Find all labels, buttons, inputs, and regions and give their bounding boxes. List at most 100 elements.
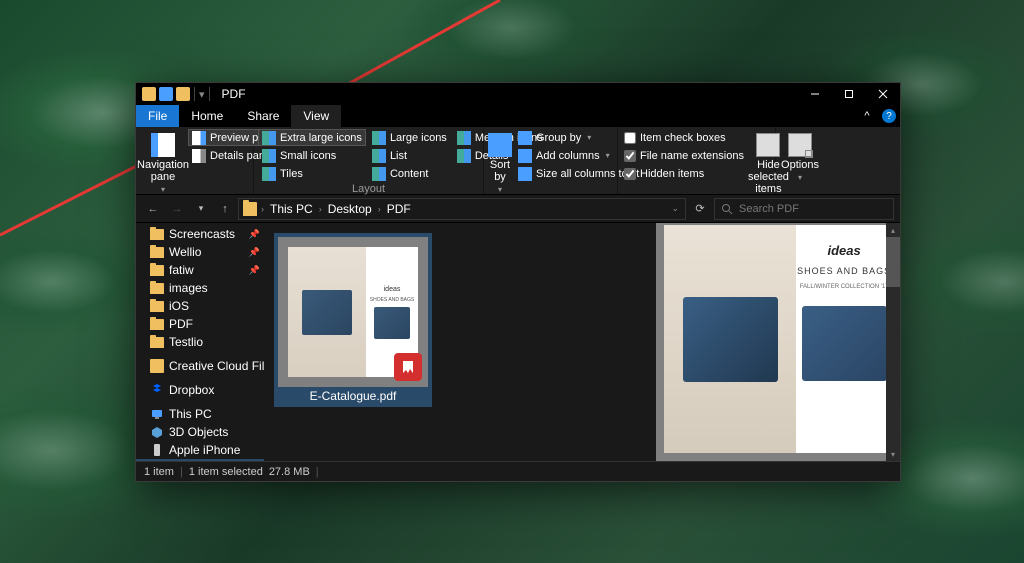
ribbon: Navigation pane ▾ Preview pane Details p… [136,127,900,195]
nav-item[interactable]: This PC [136,405,264,423]
preview-pane: ideas SHOES AND BAGS FALL/WINTER COLLECT… [656,223,900,461]
layout-tiles[interactable]: Tiles [258,165,366,182]
status-size: 27.8 MB [269,466,310,478]
folder-icon [150,281,164,295]
nav-item-label: Dropbox [169,383,214,397]
layout-content[interactable]: Content [368,165,451,182]
cc-icon [150,359,164,373]
iphone-icon [150,443,164,457]
chevron-down-icon[interactable]: ⌄ [669,203,681,214]
chevron-right-icon[interactable]: › [317,204,324,214]
nav-item[interactable]: PDF [136,315,264,333]
scroll-down-icon: ▾ [886,447,900,461]
minimize-button[interactable] [798,83,832,105]
3d-icon [150,425,164,439]
dropbox-icon [150,383,164,397]
qat-dropdown-icon[interactable]: ▾ [199,88,205,101]
file-item[interactable]: ideas SHOES AND BAGS E-Catalogue.pdf [274,233,432,407]
folder-icon [150,245,164,259]
window-title: PDF [222,87,246,101]
preview-content: ideas SHOES AND BAGS FALL/WINTER COLLECT… [664,225,892,453]
breadcrumb-part[interactable]: Desktop [326,202,374,216]
file-name: E-Catalogue.pdf [310,389,397,403]
pin-icon: 📌 [249,265,260,276]
options-button[interactable]: Options ▾ [780,129,820,182]
folder-icon [150,263,164,277]
back-button[interactable]: ← [142,198,164,220]
nav-item[interactable]: Screencasts 📌 [136,225,264,243]
pin-icon: 📌 [249,247,260,258]
nav-item-label: Creative Cloud Files [169,359,264,373]
nav-item-label: Wellio [169,245,201,259]
layout-large[interactable]: Large icons [368,129,451,146]
nav-item[interactable]: Wellio 📌 [136,243,264,261]
folder-icon [150,335,164,349]
nav-item-label: 3D Objects [169,425,228,439]
chevron-right-icon[interactable]: › [376,204,383,214]
nav-item[interactable]: 3D Objects [136,423,264,441]
pdf-badge-icon [394,353,422,381]
nav-item[interactable]: images [136,279,264,297]
navigation-pane-button[interactable]: Navigation pane ▾ [140,129,186,194]
nav-item[interactable]: iOS [136,297,264,315]
recent-locations-button[interactable]: ▾ [190,198,212,220]
nav-item-label: iOS [169,299,189,313]
nav-item[interactable]: Creative Cloud Files [136,357,264,375]
breadcrumb[interactable]: › This PC › Desktop › PDF ⌄ [238,198,686,220]
scroll-up-icon: ▴ [886,223,900,237]
file-name-extensions[interactable]: File name extensions [622,147,746,164]
qat-newfolder-icon[interactable] [176,87,190,101]
pc-icon [150,407,164,421]
maximize-button[interactable] [832,83,866,105]
folder-icon [142,87,156,101]
nav-item[interactable]: Testlio [136,333,264,351]
navigation-pane[interactable]: Screencasts 📌 Wellio 📌 fatiw 📌 images iOS PDF Tes… [136,223,264,461]
item-check-boxes[interactable]: Item check boxes [622,129,746,146]
breadcrumb-part[interactable]: This PC [268,202,315,216]
close-button[interactable] [866,83,900,105]
tab-home[interactable]: Home [179,105,235,127]
help-button[interactable]: ? [878,105,900,127]
pin-icon: 📌 [249,229,260,240]
status-selected: 1 item selected [189,466,263,478]
sort-by-button[interactable]: Sort by ▾ [488,129,512,194]
forward-button[interactable]: → [166,198,188,220]
folder-icon [150,317,164,331]
refresh-button[interactable]: ⟳ [688,198,712,220]
nav-item[interactable]: fatiw 📌 [136,261,264,279]
search-icon [721,203,733,215]
qat-properties-icon[interactable] [159,87,173,101]
layout-small[interactable]: Small icons [258,147,366,164]
titlebar: ▾ PDF [136,83,900,105]
layout-list[interactable]: List [368,147,451,164]
ribbon-tabs: File Home Share View ^ ? [136,105,900,127]
layout-extra-large[interactable]: Extra large icons [258,129,366,146]
folder-icon [243,202,257,216]
tab-share[interactable]: Share [235,105,291,127]
address-bar-row: ← → ▾ ↑ › This PC › Desktop › PDF ⌄ ⟳ Se… [136,195,900,223]
tab-view[interactable]: View [291,105,341,127]
nav-item-label: Apple iPhone [169,443,240,457]
nav-item-label: This PC [169,407,212,421]
hidden-items[interactable]: Hidden items [622,165,746,182]
tab-file[interactable]: File [136,105,179,127]
file-list[interactable]: ideas SHOES AND BAGS E-Catalogue.pdf [264,223,656,461]
nav-item-label: Testlio [169,335,203,349]
nav-item[interactable]: Apple iPhone [136,441,264,459]
up-button[interactable]: ↑ [214,198,236,220]
status-count: 1 item [144,466,174,478]
chevron-right-icon[interactable]: › [259,204,266,214]
nav-item-label: Screencasts [169,227,235,241]
group-label: Layout [258,182,479,196]
file-thumbnail: ideas SHOES AND BAGS [278,237,428,387]
nav-item-label: PDF [169,317,193,331]
search-input[interactable]: Search PDF [714,198,894,220]
preview-vscrollbar[interactable]: ▴ ▾ [886,223,900,461]
nav-item[interactable]: Dropbox [136,381,264,399]
folder-icon [150,227,164,241]
breadcrumb-part[interactable]: PDF [385,202,413,216]
collapse-ribbon-icon[interactable]: ^ [856,105,878,127]
status-bar: 1 item | 1 item selected 27.8 MB | [136,461,900,481]
nav-item-label: fatiw [169,263,194,277]
nav-item-label: images [169,281,208,295]
